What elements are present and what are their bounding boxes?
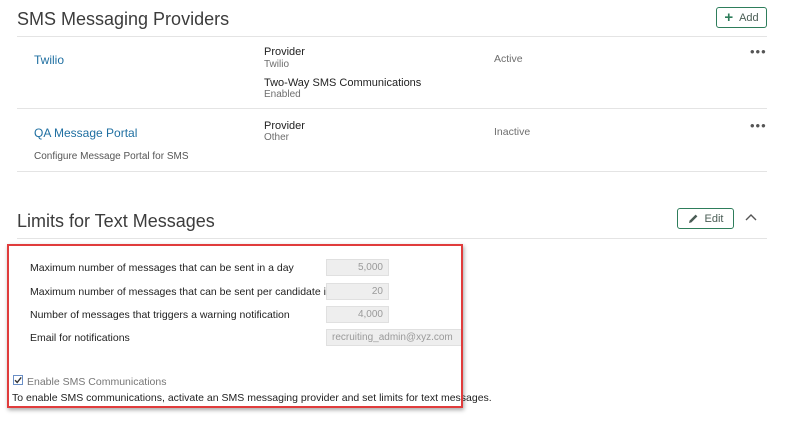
edit-button-label: Edit (704, 212, 724, 225)
limits-title: Limits for Text Messages (17, 211, 215, 231)
provider-link-qa-portal[interactable]: QA Message Portal (34, 126, 137, 140)
two-way-label: Two-Way SMS Communications (264, 77, 422, 89)
divider (17, 108, 767, 109)
divider (17, 238, 767, 239)
edit-limits-button[interactable]: Edit (677, 208, 734, 229)
chevron-up-icon[interactable] (745, 213, 757, 221)
provider-value: Twilio (264, 59, 290, 70)
add-button-label: Add (739, 11, 759, 24)
provider-label: Provider (264, 120, 305, 132)
providers-title: SMS Messaging Providers (17, 9, 230, 29)
divider (17, 36, 767, 37)
provider-link-twilio[interactable]: Twilio (34, 53, 64, 67)
more-actions-icon[interactable]: ••• (750, 45, 767, 58)
more-actions-icon[interactable]: ••• (750, 119, 767, 132)
provider-label: Provider (264, 46, 305, 58)
pencil-icon (688, 214, 697, 223)
highlight-box (7, 244, 463, 408)
plus-icon: + (724, 8, 734, 26)
provider-value: Other (264, 132, 290, 143)
status-text: Active (494, 53, 523, 65)
provider-description: Configure Message Portal for SMS (34, 151, 189, 162)
status-text: Inactive (494, 126, 531, 138)
two-way-value: Enabled (264, 89, 301, 100)
add-provider-button[interactable]: + Add (716, 7, 767, 28)
divider (17, 171, 767, 172)
